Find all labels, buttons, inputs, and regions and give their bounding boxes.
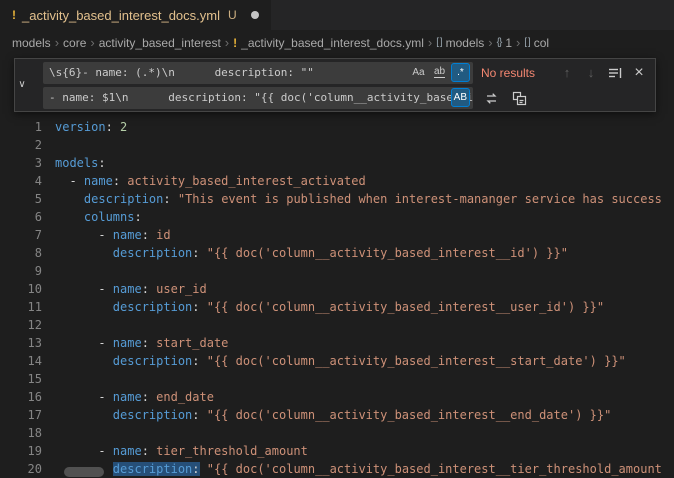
line-number: 1 <box>0 118 42 136</box>
preserve-case-icon[interactable]: AB <box>451 88 470 107</box>
find-results-status: No results <box>481 64 549 82</box>
line-number: 6 <box>0 208 42 226</box>
replace-button[interactable] <box>481 88 501 108</box>
breadcrumb-item-core[interactable]: core <box>63 36 86 50</box>
line-number: 10 <box>0 280 42 298</box>
find-replace-widget: ∨ \s{6}- name: (.*)\n description: "" Aa… <box>14 58 656 112</box>
line-number: 12 <box>0 316 42 334</box>
line-number: 20 <box>0 460 42 478</box>
next-match-button[interactable]: ↓ <box>581 63 601 83</box>
line-number: 19 <box>0 442 42 460</box>
replace-value: - name: $1\n description: "{{ doc('colum… <box>43 89 473 107</box>
line-number: 16 <box>0 388 42 406</box>
breadcrumb-item-col[interactable]: [ ]col <box>524 36 549 50</box>
code-line <box>55 316 674 334</box>
find-in-selection-icon[interactable] <box>605 63 625 83</box>
line-number: 13 <box>0 334 42 352</box>
breadcrumb-item-activity_based_interest[interactable]: activity_based_interest <box>99 36 221 50</box>
replace-row: - name: $1\n description: "{{ doc('colum… <box>43 87 649 109</box>
breadcrumb-item-models[interactable]: models <box>12 36 51 50</box>
line-number: 11 <box>0 298 42 316</box>
code-line: models: <box>55 154 674 172</box>
tab-bar: ! _activity_based_interest_docs.yml U <box>0 0 674 30</box>
toggle-replace-button[interactable]: ∨ <box>15 59 29 111</box>
code-line: description: "{{ doc('column__activity_b… <box>55 406 674 424</box>
array-icon: [ ] <box>436 37 441 48</box>
line-number: 3 <box>0 154 42 172</box>
code-line <box>55 136 674 154</box>
replace-all-button[interactable] <box>509 88 529 108</box>
find-query: \s{6}- name: (.*)\n description: "" <box>43 64 314 82</box>
code-line <box>55 370 674 388</box>
code-line: - name: start_date <box>55 334 674 352</box>
tab-label: _activity_based_interest_docs.yml <box>22 8 220 23</box>
line-number: 18 <box>0 424 42 442</box>
tab-activity-based-interest-docs[interactable]: ! _activity_based_interest_docs.yml U <box>0 0 271 30</box>
breadcrumb-item-models[interactable]: [ ]models <box>436 36 484 50</box>
object-icon: {} <box>497 37 502 48</box>
chevron-down-icon: ∨ <box>18 76 25 94</box>
code-line: description: "{{ doc('column__activity_b… <box>55 352 674 370</box>
line-number: 5 <box>0 190 42 208</box>
modified-indicator-dot[interactable] <box>251 11 259 19</box>
code-line <box>55 424 674 442</box>
line-number: 7 <box>0 226 42 244</box>
yaml-icon: ! <box>233 36 237 50</box>
code-line: - name: id <box>55 226 674 244</box>
code-line: description: "This event is published wh… <box>55 190 674 208</box>
replace-input[interactable]: - name: $1\n description: "{{ doc('colum… <box>43 87 473 109</box>
find-input[interactable]: \s{6}- name: (.*)\n description: "" Aa a… <box>43 62 473 84</box>
line-number: 8 <box>0 244 42 262</box>
code-line: - name: user_id <box>55 280 674 298</box>
code-line: - name: end_date <box>55 388 674 406</box>
code-line: version: 2 <box>55 118 674 136</box>
line-number: 2 <box>0 136 42 154</box>
match-case-icon[interactable]: Aa <box>409 63 428 82</box>
array-icon: [ ] <box>524 37 529 48</box>
close-icon[interactable]: × <box>629 63 649 83</box>
line-number: 17 <box>0 406 42 424</box>
breadcrumb-item-_activity_based_interest_docs.yml[interactable]: !_activity_based_interest_docs.yml <box>233 36 424 50</box>
code-line: columns: <box>55 208 674 226</box>
previous-match-button[interactable]: ↑ <box>557 63 577 83</box>
breadcrumb-separator: › <box>90 35 94 50</box>
editor[interactable]: 1234567891011121314151617181920 version:… <box>0 55 674 477</box>
breadcrumb-separator: › <box>516 35 520 50</box>
code-lines[interactable]: version: 2 models: - name: activity_based… <box>55 55 674 477</box>
git-status-badge: U <box>228 8 237 22</box>
yaml-file-icon: ! <box>12 8 16 22</box>
breadcrumb: models › core › activity_based_interest › !_ac… <box>0 30 674 55</box>
code-line: description: "{{ doc('column__activity_b… <box>55 460 674 477</box>
line-number: 14 <box>0 352 42 370</box>
line-numbers: 1234567891011121314151617181920 <box>0 55 42 477</box>
regex-icon[interactable]: .* <box>451 63 470 82</box>
line-number: 4 <box>0 172 42 190</box>
horizontal-scrollbar-thumb[interactable] <box>64 467 104 477</box>
breadcrumb-item-1[interactable]: {}1 <box>497 36 512 50</box>
code-line <box>55 262 674 280</box>
breadcrumb-separator: › <box>55 35 59 50</box>
breadcrumb-separator: › <box>488 35 492 50</box>
whole-word-icon[interactable]: ab <box>430 63 449 82</box>
find-row: \s{6}- name: (.*)\n description: "" Aa a… <box>43 62 649 84</box>
code-line: description: "{{ doc('column__activity_b… <box>55 298 674 316</box>
code-line: - name: tier_threshold_amount <box>55 442 674 460</box>
line-number: 15 <box>0 370 42 388</box>
line-number: 9 <box>0 262 42 280</box>
code-line: description: "{{ doc('column__activity_b… <box>55 244 674 262</box>
breadcrumb-separator: › <box>428 35 432 50</box>
breadcrumb-separator: › <box>225 35 229 50</box>
code-line: - name: activity_based_interest_activate… <box>55 172 674 190</box>
